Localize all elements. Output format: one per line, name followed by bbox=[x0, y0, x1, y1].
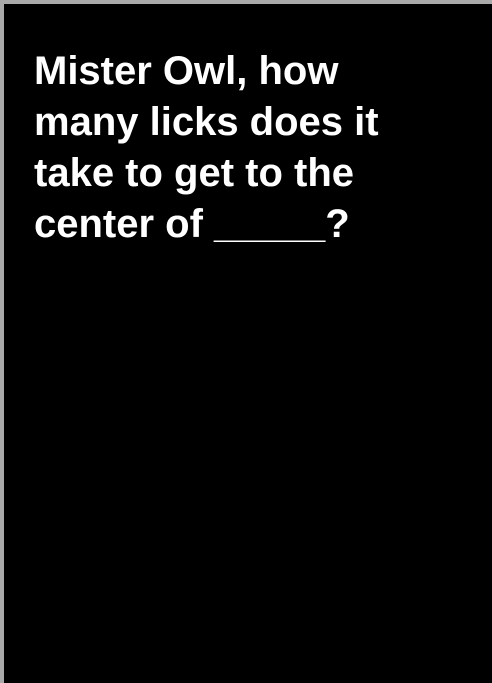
card-prompt-text: Mister Owl, how many licks does it take … bbox=[34, 49, 379, 246]
black-prompt-card[interactable]: Mister Owl, how many licks does it take … bbox=[4, 4, 492, 683]
